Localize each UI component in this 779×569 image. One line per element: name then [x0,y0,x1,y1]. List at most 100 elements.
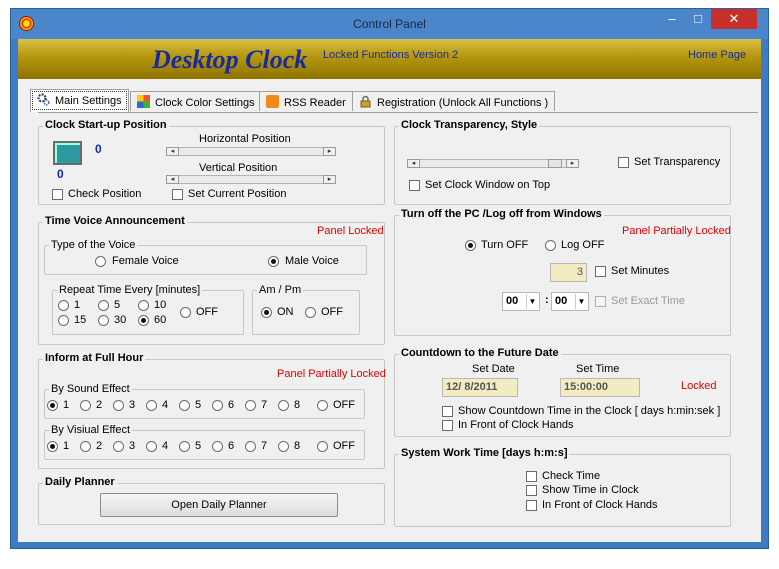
log-off-radio[interactable] [545,240,556,251]
chevron-down-icon: ▼ [526,294,538,309]
minute-select[interactable]: 00 ▼ [551,292,589,311]
show-countdown-checkbox[interactable] [442,406,453,417]
repeat-60-label: 60 [154,314,167,326]
repeat-60-radio[interactable] [138,315,149,326]
repeat-off-radio[interactable] [180,307,191,318]
visual-4-radio[interactable] [146,441,157,452]
voice-announcement-group: Time Voice Announcement Panel Locked Typ… [38,215,385,345]
tab-label: Main Settings [55,95,122,107]
repeat-1-label: 1 [74,299,81,311]
visual-1-radio[interactable] [47,441,58,452]
sound-4-label: 4 [162,399,169,411]
repeat-5-label: 5 [114,299,121,311]
control-panel-window: Control Panel ‒ □ ✕ Desktop Clock Locked… [10,8,769,549]
set-minutes-label: Set Minutes [611,265,670,277]
set-transparency-checkbox[interactable] [618,157,629,168]
repeat-10-radio[interactable] [138,300,149,311]
repeat-time-group: Repeat Time Every [minutes] 1 5 10 15 30… [52,284,244,335]
panel-locked-label: Panel Locked [317,225,384,237]
turn-off-radio[interactable] [465,240,476,251]
close-button[interactable]: ✕ [711,9,757,29]
tab-clock-color-settings[interactable]: Clock Color Settings [130,91,262,111]
rss-icon [266,95,279,108]
ampm-on-radio[interactable] [261,307,272,318]
sound-off-label: OFF [333,399,355,411]
check-position-checkbox[interactable] [52,189,63,200]
check-time-checkbox[interactable] [526,471,537,482]
date-picker[interactable]: 12/ 8/2011 [442,378,518,397]
full-hour-group: Inform at Full Hour Panel Partially Lock… [38,352,386,469]
group-title: Clock Transparency, Style [399,119,540,131]
minutes-stepper[interactable]: 3 [550,263,587,282]
sound-4-radio[interactable] [146,400,157,411]
set-exact-time-checkbox[interactable] [595,296,606,307]
repeat-15-radio[interactable] [58,315,69,326]
sound-6-label: 6 [228,399,235,411]
sound-8-label: 8 [294,399,301,411]
banner-subtitle: Locked Functions Version 2 [323,49,459,61]
minimize-button[interactable]: ‒ [659,9,685,29]
repeat-5-radio[interactable] [98,300,109,311]
countdown-front-checkbox[interactable] [442,420,453,431]
sound-5-label: 5 [195,399,202,411]
visual-5-radio[interactable] [179,441,190,452]
tab-main-settings[interactable]: Main Settings [30,89,129,112]
female-voice-radio[interactable] [95,256,106,267]
male-voice-label: Male Voice [285,255,339,267]
visual-6-radio[interactable] [212,441,223,452]
visual-off-label: OFF [333,440,355,452]
open-daily-planner-button[interactable]: Open Daily Planner [100,493,338,517]
vertical-position-slider[interactable]: ◂ ▸ [166,175,336,184]
gears-icon [37,93,50,106]
visual-3-radio[interactable] [113,441,124,452]
sound-7-radio[interactable] [245,400,256,411]
repeat-30-label: 30 [114,314,127,326]
sound-8-radio[interactable] [278,400,289,411]
group-title: Turn off the PC /Log off from Windows [399,208,604,220]
visual-8-label: 8 [294,440,301,452]
ampm-off-radio[interactable] [305,307,316,318]
sound-off-radio[interactable] [317,400,328,411]
hour-value: 00 [506,295,519,307]
work-front-checkbox[interactable] [526,500,537,511]
set-minutes-checkbox[interactable] [595,266,606,277]
set-current-position-checkbox[interactable] [172,189,183,200]
sound-3-radio[interactable] [113,400,124,411]
set-date-label: Set Date [472,363,515,375]
show-time-checkbox[interactable] [526,485,537,496]
male-voice-radio[interactable] [268,256,279,267]
check-position-label: Check Position [68,188,142,200]
tab-rss-reader[interactable]: RSS Reader [259,91,353,111]
sound-5-radio[interactable] [179,400,190,411]
sound-2-radio[interactable] [80,400,91,411]
set-on-top-label: Set Clock Window on Top [425,179,551,191]
set-on-top-checkbox[interactable] [409,180,420,191]
banner-title: Desktop Clock [152,45,308,74]
sound-2-label: 2 [96,399,103,411]
visual-7-radio[interactable] [245,441,256,452]
group-title: Repeat Time Every [minutes] [57,284,203,296]
title-bar[interactable]: Control Panel ‒ □ ✕ [11,9,768,39]
tab-label: Clock Color Settings [155,97,255,109]
visual-2-radio[interactable] [80,441,91,452]
repeat-15-label: 15 [74,314,87,326]
monitor-icon [53,141,82,165]
tab-registration[interactable]: Registration (Unlock All Functions ) [352,91,556,111]
hour-select[interactable]: 00 ▼ [502,292,540,311]
visual-off-radio[interactable] [317,441,328,452]
repeat-1-radio[interactable] [58,300,69,311]
countdown-locked-label: Locked [681,380,717,392]
home-page-link[interactable]: Home Page [688,49,746,61]
sound-1-radio[interactable] [47,400,58,411]
maximize-button[interactable]: □ [685,9,711,29]
transparency-slider[interactable]: ◂ ▸ [407,159,579,168]
set-transparency-label: Set Transparency [634,156,721,168]
sound-6-radio[interactable] [212,400,223,411]
repeat-30-radio[interactable] [98,315,109,326]
panel-partially-locked-label: Panel Partially Locked [622,225,731,237]
visual-8-radio[interactable] [278,441,289,452]
visual-6-label: 6 [228,440,235,452]
female-voice-label: Female Voice [112,255,179,267]
time-picker[interactable]: 15:00:00 [560,378,640,397]
horizontal-position-slider[interactable]: ◂ ▸ [166,147,336,156]
